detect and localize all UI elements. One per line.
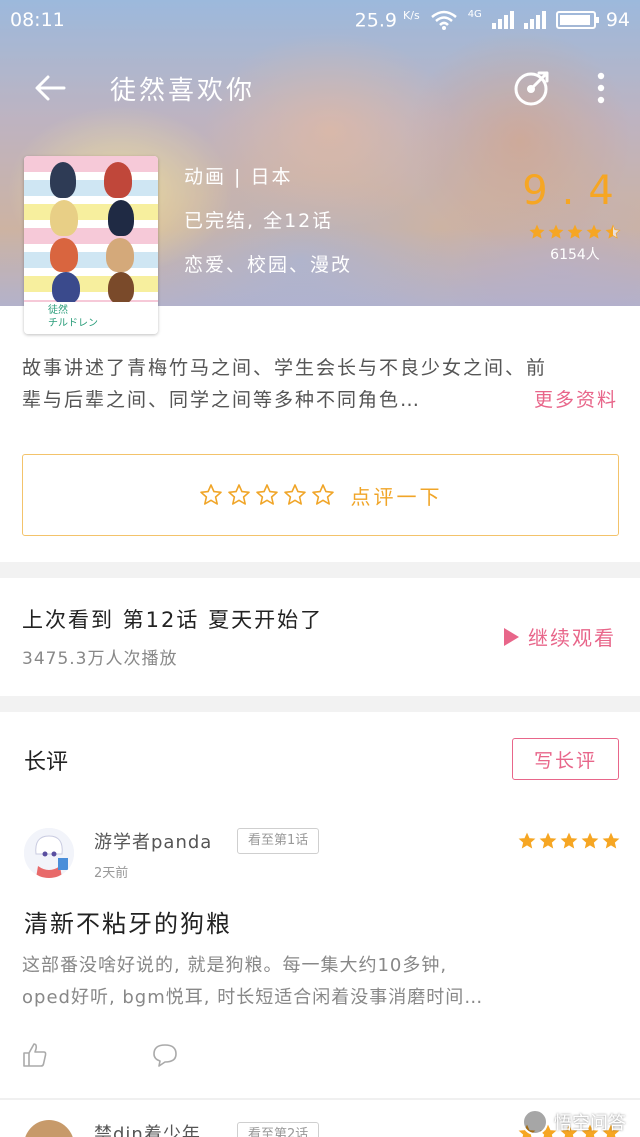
poster-character xyxy=(108,200,134,236)
progress-badge: 看至第1话 xyxy=(237,828,320,854)
status-bar: 08:11 25.9 K/s 4G 94 xyxy=(0,0,640,40)
star-filled-icon xyxy=(560,832,578,849)
share-icon xyxy=(514,71,549,106)
star-outline-icon xyxy=(311,484,334,505)
star-outline-icon xyxy=(199,484,222,505)
play-count: 3475.3万人次播放 xyxy=(22,649,178,669)
rate-review-label: 点评一下 xyxy=(350,484,443,509)
review-stars xyxy=(518,832,620,850)
star-half-icon xyxy=(605,224,621,239)
review-body[interactable]: 这部番没啥好说的, 就是狗粮。每一集大约10多钟, oped好听, bgm悦耳,… xyxy=(22,950,622,1014)
share-button[interactable] xyxy=(502,58,562,118)
star-filled-icon xyxy=(581,832,599,849)
arrow-left-icon xyxy=(35,75,66,101)
anime-info: 动画 | 日本 已完结, 全12话 恋爱、校园、漫改 xyxy=(184,162,352,294)
last-watched[interactable]: 上次看到 第12话 夏天开始了 3475.3万人次播放 xyxy=(22,604,323,669)
comment-icon[interactable] xyxy=(152,1042,178,1068)
review-actions xyxy=(22,1042,178,1068)
long-reviews-title: 长评 xyxy=(24,750,69,775)
network-speed: 25.9 K/s xyxy=(354,8,420,32)
star-filled-icon xyxy=(529,224,545,239)
thumbs-up-icon[interactable] xyxy=(22,1042,48,1068)
status-time: 08:11 xyxy=(10,9,65,31)
more-info-link[interactable]: 更多资料 xyxy=(534,384,618,416)
avatar-image xyxy=(24,828,74,878)
page-title: 徒然喜欢你 xyxy=(110,75,256,106)
star-filled-icon xyxy=(586,224,602,239)
star-filled-icon xyxy=(518,832,536,849)
poster-character xyxy=(108,272,134,304)
signal-icon xyxy=(491,10,514,29)
star-outline-icon xyxy=(283,484,306,505)
star-filled-icon xyxy=(567,224,583,239)
play-icon xyxy=(504,627,519,646)
last-watched-episode: 上次看到 第12话 夏天开始了 xyxy=(22,608,324,632)
rating-votes: 6154人 xyxy=(550,247,600,263)
avatar[interactable] xyxy=(24,828,74,878)
poster-character xyxy=(104,162,132,198)
continue-watching-label: 继续观看 xyxy=(528,626,616,650)
poster-character xyxy=(50,238,78,272)
status-icons: 25.9 K/s 4G 94 xyxy=(355,9,630,31)
more-vertical-icon xyxy=(597,72,605,104)
network-type: 4G xyxy=(467,8,482,20)
watermark-label: 悟空问答 xyxy=(554,1113,626,1134)
poster-character xyxy=(106,238,134,272)
continue-watching-button[interactable]: 继续观看 xyxy=(502,622,616,651)
star-outline-icon xyxy=(255,484,278,505)
signal-icon-2 xyxy=(523,10,546,29)
poster-character xyxy=(52,272,80,304)
progress-badge: 看至第2话 xyxy=(237,1122,320,1137)
rating-score: 9.4 xyxy=(522,168,628,214)
wukong-logo-icon xyxy=(522,1109,548,1135)
review-card[interactable]: 游学者panda 看至第1话 2天前 清新不粘牙的狗粮 这部番没啥好说的, 就是… xyxy=(0,800,640,1090)
info-category: 动画 | 日本 xyxy=(184,166,293,188)
star-filled-icon xyxy=(602,832,620,849)
battery-level: 94 xyxy=(605,8,630,31)
back-button[interactable] xyxy=(0,48,100,128)
poster-artwork xyxy=(24,156,158,304)
watermark: 悟空问答 xyxy=(522,1109,626,1135)
anime-poster[interactable]: 徒然 チルドレン xyxy=(24,156,158,334)
wifi-icon xyxy=(430,10,457,30)
info-status: 已完结, 全12话 xyxy=(184,210,334,232)
synopsis: 故事讲述了青梅竹马之间、学生会长与不良少女之间、前 辈与后辈之间、同学之间等多种… xyxy=(22,357,548,411)
info-tags: 恋爱、校园、漫改 xyxy=(184,254,353,276)
review-time: 2天前 xyxy=(94,866,129,881)
poster-character xyxy=(50,162,76,198)
review-username[interactable]: 禁din着少年 xyxy=(94,1120,201,1137)
review-username[interactable]: 游学者panda xyxy=(94,828,212,854)
toolbar: 徒然喜欢你 xyxy=(0,48,640,128)
section-divider xyxy=(0,562,640,578)
review-headline[interactable]: 清新不粘牙的狗粮 xyxy=(24,904,232,939)
avatar[interactable] xyxy=(24,1120,74,1137)
star-outline-icon xyxy=(227,484,250,505)
poster-caption: 徒然 チルドレン xyxy=(24,302,158,334)
more-options-button[interactable] xyxy=(576,58,626,118)
rating-stars xyxy=(520,224,630,240)
rating-box: 9.4 6154人 xyxy=(520,168,630,264)
rate-review-button[interactable]: 点评一下 xyxy=(22,454,619,536)
battery-icon xyxy=(555,10,599,29)
write-long-review-button[interactable]: 写长评 xyxy=(512,738,619,780)
section-divider xyxy=(0,696,640,712)
star-filled-icon xyxy=(548,224,564,239)
star-filled-icon xyxy=(539,832,557,849)
poster-character xyxy=(50,200,78,236)
